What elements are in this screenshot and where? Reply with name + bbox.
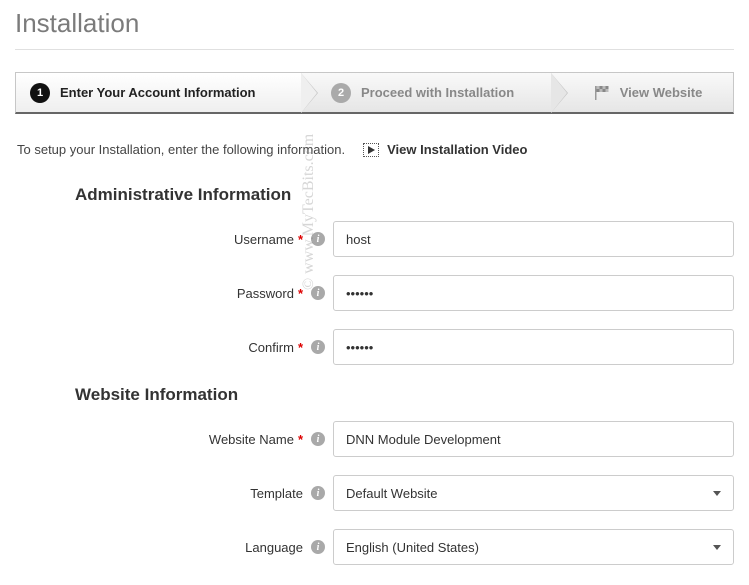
select-value: English (United States) bbox=[346, 540, 479, 555]
info-icon[interactable]: i bbox=[311, 540, 325, 554]
password-row: Password * i bbox=[15, 275, 734, 311]
intro-text: To setup your Installation, enter the fo… bbox=[17, 142, 345, 157]
step-proceed-installation[interactable]: 2 Proceed with Installation bbox=[301, 73, 551, 112]
info-icon[interactable]: i bbox=[311, 232, 325, 246]
password-input[interactable] bbox=[333, 275, 734, 311]
intro-row: To setup your Installation, enter the fo… bbox=[15, 142, 734, 157]
template-select[interactable]: Default Website bbox=[333, 475, 734, 511]
step-number-icon: 1 bbox=[30, 83, 50, 103]
language-select[interactable]: English (United States) bbox=[333, 529, 734, 565]
chevron-down-icon bbox=[713, 545, 721, 550]
info-icon[interactable]: i bbox=[311, 432, 325, 446]
website-name-label: Website Name * i bbox=[15, 432, 333, 447]
username-label: Username * i bbox=[15, 232, 333, 247]
password-label: Password * i bbox=[15, 286, 333, 301]
label-text: Language bbox=[245, 540, 303, 555]
installation-stepper: 1 Enter Your Account Information 2 Proce… bbox=[15, 72, 734, 114]
divider bbox=[15, 49, 734, 50]
page-title: Installation bbox=[15, 0, 734, 49]
step-label: Proceed with Installation bbox=[361, 85, 514, 100]
step-label: View Website bbox=[620, 85, 703, 100]
website-name-input[interactable] bbox=[333, 421, 734, 457]
website-name-row: Website Name * i bbox=[15, 421, 734, 457]
play-icon bbox=[363, 143, 379, 157]
step-account-info[interactable]: 1 Enter Your Account Information bbox=[16, 73, 301, 112]
info-icon[interactable]: i bbox=[311, 486, 325, 500]
confirm-input[interactable] bbox=[333, 329, 734, 365]
step-number-icon: 2 bbox=[331, 83, 351, 103]
chevron-down-icon bbox=[713, 491, 721, 496]
website-info-section: Website Information Website Name * i Tem… bbox=[15, 385, 734, 565]
select-value: Default Website bbox=[346, 486, 438, 501]
video-link-label: View Installation Video bbox=[387, 142, 527, 157]
username-row: Username * i bbox=[15, 221, 734, 257]
website-section-title: Website Information bbox=[75, 385, 734, 405]
label-text: Username bbox=[234, 232, 294, 247]
label-text: Template bbox=[250, 486, 303, 501]
required-asterisk: * bbox=[298, 232, 303, 247]
admin-info-section: Administrative Information Username * i … bbox=[15, 185, 734, 365]
username-input[interactable] bbox=[333, 221, 734, 257]
label-text: Confirm bbox=[248, 340, 294, 355]
language-label: Language i bbox=[15, 540, 333, 555]
label-text: Password bbox=[237, 286, 294, 301]
info-icon[interactable]: i bbox=[311, 340, 325, 354]
view-installation-video-link[interactable]: View Installation Video bbox=[363, 142, 527, 157]
step-view-website[interactable]: View Website bbox=[551, 73, 733, 112]
required-asterisk: * bbox=[298, 432, 303, 447]
step-label: Enter Your Account Information bbox=[60, 85, 256, 100]
required-asterisk: * bbox=[298, 286, 303, 301]
confirm-label: Confirm * i bbox=[15, 340, 333, 355]
required-asterisk: * bbox=[298, 340, 303, 355]
template-row: Template i Default Website bbox=[15, 475, 734, 511]
info-icon[interactable]: i bbox=[311, 286, 325, 300]
admin-section-title: Administrative Information bbox=[75, 185, 734, 205]
language-row: Language i English (United States) bbox=[15, 529, 734, 565]
flag-icon bbox=[594, 86, 610, 100]
label-text: Website Name bbox=[209, 432, 294, 447]
confirm-row: Confirm * i bbox=[15, 329, 734, 365]
template-label: Template i bbox=[15, 486, 333, 501]
